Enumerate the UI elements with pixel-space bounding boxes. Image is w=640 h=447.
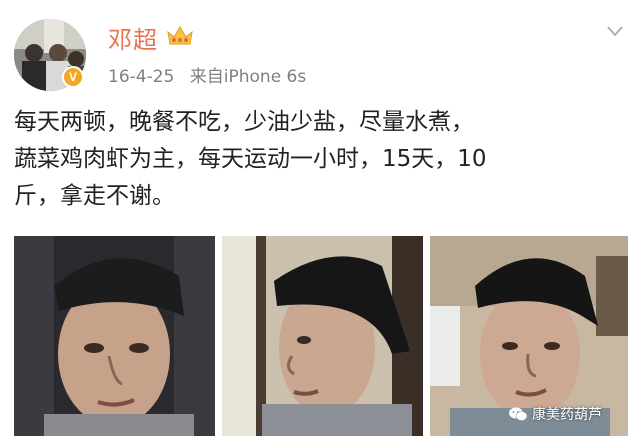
watermark: 康美药葫芦 [508, 404, 602, 424]
post-meta: 16-4-25 来自iPhone 6s [108, 62, 316, 87]
vip-crown-icon[interactable] [166, 24, 194, 46]
username[interactable]: 邓超 [108, 20, 158, 55]
watermark-label: 康美药葫芦 [532, 407, 602, 423]
post-date: 16-4-25 [108, 67, 175, 87]
post-photo-1[interactable] [14, 236, 215, 436]
verified-badge: V [62, 66, 84, 88]
wechat-icon [509, 407, 528, 421]
photo-image [14, 236, 215, 436]
post-photo-2[interactable] [222, 236, 423, 436]
post-text: 每天两顿，晚餐不吃，少油少盐，尽量水煮， 蔬菜鸡肉虾为主，每天运动一小时，15天… [14, 109, 487, 209]
weibo-post: V 邓超 16-4-25 来自iPhone 6s 每天两顿，晚餐不吃，少油少盐，… [0, 0, 640, 447]
photo-image [222, 236, 423, 436]
post-source[interactable]: 来自iPhone 6s [190, 67, 306, 87]
chevron-down-icon[interactable] [606, 24, 624, 38]
